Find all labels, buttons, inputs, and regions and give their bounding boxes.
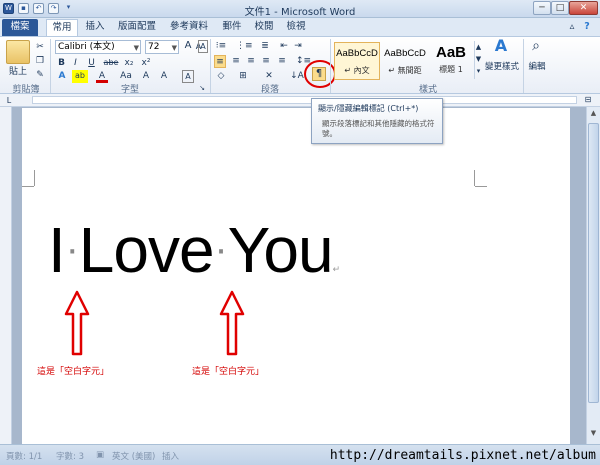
annotation-label: 這是「空白字元」	[37, 367, 110, 377]
decrease-indent-icon[interactable]: ⇤	[278, 40, 290, 53]
scroll-down-icon[interactable]: ▼	[588, 429, 599, 440]
style-no-spacing[interactable]: AaBbCcD ↵ 無間距	[382, 42, 428, 80]
annotation-label: 這是「空白字元」	[192, 367, 265, 377]
align-right-icon[interactable]: ≡	[245, 55, 257, 68]
title-bar: W ▪ ↶ ↷ ▾ 文件1 - Microsoft Word ─ □ ✕	[0, 0, 600, 18]
subscript-button[interactable]: x₂	[122, 57, 136, 70]
group-separator	[523, 39, 524, 93]
tab-file[interactable]: 檔案	[2, 19, 38, 36]
red-up-arrow	[219, 290, 245, 356]
strikethrough-button[interactable]: abe	[103, 57, 119, 70]
red-up-arrow	[64, 290, 90, 356]
group-separator	[210, 39, 211, 93]
proofing-icon[interactable]: ▣	[96, 450, 104, 460]
tooltip: 顯示/隱藏編輯標記 (Ctrl+*) 顯示段落標記和其他隱藏的格式符號。	[311, 98, 443, 144]
document-text[interactable]: I·Love·You↵	[48, 213, 340, 287]
paste-icon[interactable]	[6, 40, 30, 64]
group-separator	[330, 39, 331, 93]
scroll-thumb[interactable]	[588, 123, 599, 403]
space-mark: ·	[65, 227, 79, 272]
chevron-down-icon: ▼	[133, 44, 139, 52]
tab-references[interactable]: 參考資料	[166, 19, 212, 36]
font-name-combo[interactable]: Calibri (本文) ▼	[55, 40, 141, 54]
italic-button[interactable]: I	[70, 57, 81, 70]
space-mark: ·	[214, 227, 227, 272]
style-heading-1[interactable]: AaB 標題 1	[428, 42, 474, 80]
numbering-icon[interactable]: ⋮≡	[236, 40, 253, 53]
horizontal-ruler[interactable]: L ⊟	[0, 94, 600, 107]
tab-view[interactable]: 檢視	[282, 19, 310, 36]
minimize-button[interactable]: ─	[533, 1, 551, 15]
font-name-value: Calibri (本文)	[58, 42, 115, 52]
ribbon-tabs: 檔案 常用 插入 版面配置 參考資料 郵件 校閱 檢視 ▵ ?	[0, 18, 600, 36]
bullets-icon[interactable]: ⁝≡	[214, 40, 228, 53]
tab-page-layout[interactable]: 版面配置	[114, 19, 160, 36]
styles-scroll-icon[interactable]: ▲ ▼ ▾	[474, 41, 482, 79]
crop-mark	[475, 186, 487, 187]
ribbon: 貼上 ✂ ❐ ✎ 剪貼簿 Calibri (本文) ▼ 72 ▼ A A A B I…	[0, 36, 600, 95]
crop-mark	[22, 186, 34, 187]
help-icon[interactable]: ?	[580, 19, 594, 36]
tooltip-description: 顯示段落標記和其他隱藏的格式符號。	[322, 119, 435, 138]
status-words[interactable]: 字數: 3	[56, 450, 84, 462]
close-button[interactable]: ✕	[569, 1, 598, 15]
minimize-ribbon-icon[interactable]: ▵	[566, 19, 578, 36]
grow-font-icon[interactable]: A	[183, 40, 193, 53]
tab-mailings[interactable]: 郵件	[218, 19, 246, 36]
font-size-value: 72	[148, 42, 160, 52]
crop-mark	[34, 170, 35, 186]
cut-icon[interactable]: ✂	[34, 41, 46, 54]
change-styles-icon[interactable]: A	[488, 38, 514, 58]
style-sample: AaB	[435, 44, 466, 61]
copy-icon[interactable]: ❐	[34, 55, 46, 68]
ruler-track	[32, 96, 577, 104]
scroll-up-icon[interactable]: ▲	[588, 109, 599, 120]
increase-indent-icon[interactable]: ⇥	[292, 40, 304, 53]
editing-button[interactable]: 編輯	[526, 61, 548, 74]
style-sample: AaBbCcD	[384, 48, 426, 59]
vertical-scrollbar[interactable]: ▲ ▼	[586, 107, 600, 444]
style-name: ↵ 內文	[344, 66, 370, 75]
paste-button[interactable]: 貼上	[4, 66, 32, 79]
status-mode[interactable]: 插入	[162, 450, 179, 462]
view-ruler-icon[interactable]: ⊟	[582, 94, 594, 107]
clear-format-icon[interactable]: A	[198, 40, 208, 53]
find-icon[interactable]: ⌕	[528, 39, 544, 58]
watermark: http://dreamtails.pixnet.net/album	[329, 448, 596, 463]
word-you: You	[227, 214, 334, 286]
underline-button[interactable]: U	[86, 57, 97, 70]
style-name: 標題 1	[439, 65, 463, 74]
tab-review[interactable]: 校閱	[250, 19, 278, 36]
paragraph-mark: ↵	[332, 264, 340, 274]
group-separator	[50, 39, 51, 93]
format-painter-icon[interactable]: ✎	[34, 69, 46, 82]
style-sample: AaBbCcD	[336, 48, 378, 59]
align-left-icon[interactable]: ≡	[214, 55, 226, 68]
maximize-button[interactable]: □	[551, 1, 569, 15]
tooltip-title: 顯示/隱藏編輯標記 (Ctrl+*)	[318, 104, 419, 113]
font-size-combo[interactable]: 72 ▼	[145, 40, 179, 54]
bold-button[interactable]: B	[56, 57, 67, 70]
distribute-icon[interactable]: ≡	[276, 55, 288, 68]
window-title: 文件1 - Microsoft Word	[244, 7, 356, 18]
justify-icon[interactable]: ≡	[260, 55, 272, 68]
change-styles-button[interactable]: 變更樣式	[482, 61, 522, 74]
status-page[interactable]: 頁數: 1/1	[6, 450, 42, 462]
status-bar: 頁數: 1/1 字數: 3 ▣ 英文 (美國) 插入 http://dreamt…	[0, 444, 600, 465]
tab-home[interactable]: 常用	[46, 19, 78, 36]
crop-mark	[474, 170, 475, 186]
style-normal[interactable]: AaBbCcD ↵ 內文	[334, 42, 380, 80]
multilevel-list-icon[interactable]: ≣	[258, 40, 272, 53]
chevron-down-icon: ▼	[171, 44, 177, 52]
style-name: ↵ 無間距	[388, 66, 422, 75]
document-page[interactable]: I·Love·You↵ 這是「空白字元」 這是「空白字元」	[22, 108, 570, 444]
status-language[interactable]: 英文 (美國)	[112, 450, 155, 462]
superscript-button[interactable]: x²	[139, 57, 153, 70]
align-center-icon[interactable]: ≡	[230, 55, 242, 68]
word-i: I	[48, 214, 66, 286]
tab-insert[interactable]: 插入	[82, 19, 108, 36]
vertical-ruler	[0, 107, 12, 444]
word-love: Love	[78, 214, 215, 286]
